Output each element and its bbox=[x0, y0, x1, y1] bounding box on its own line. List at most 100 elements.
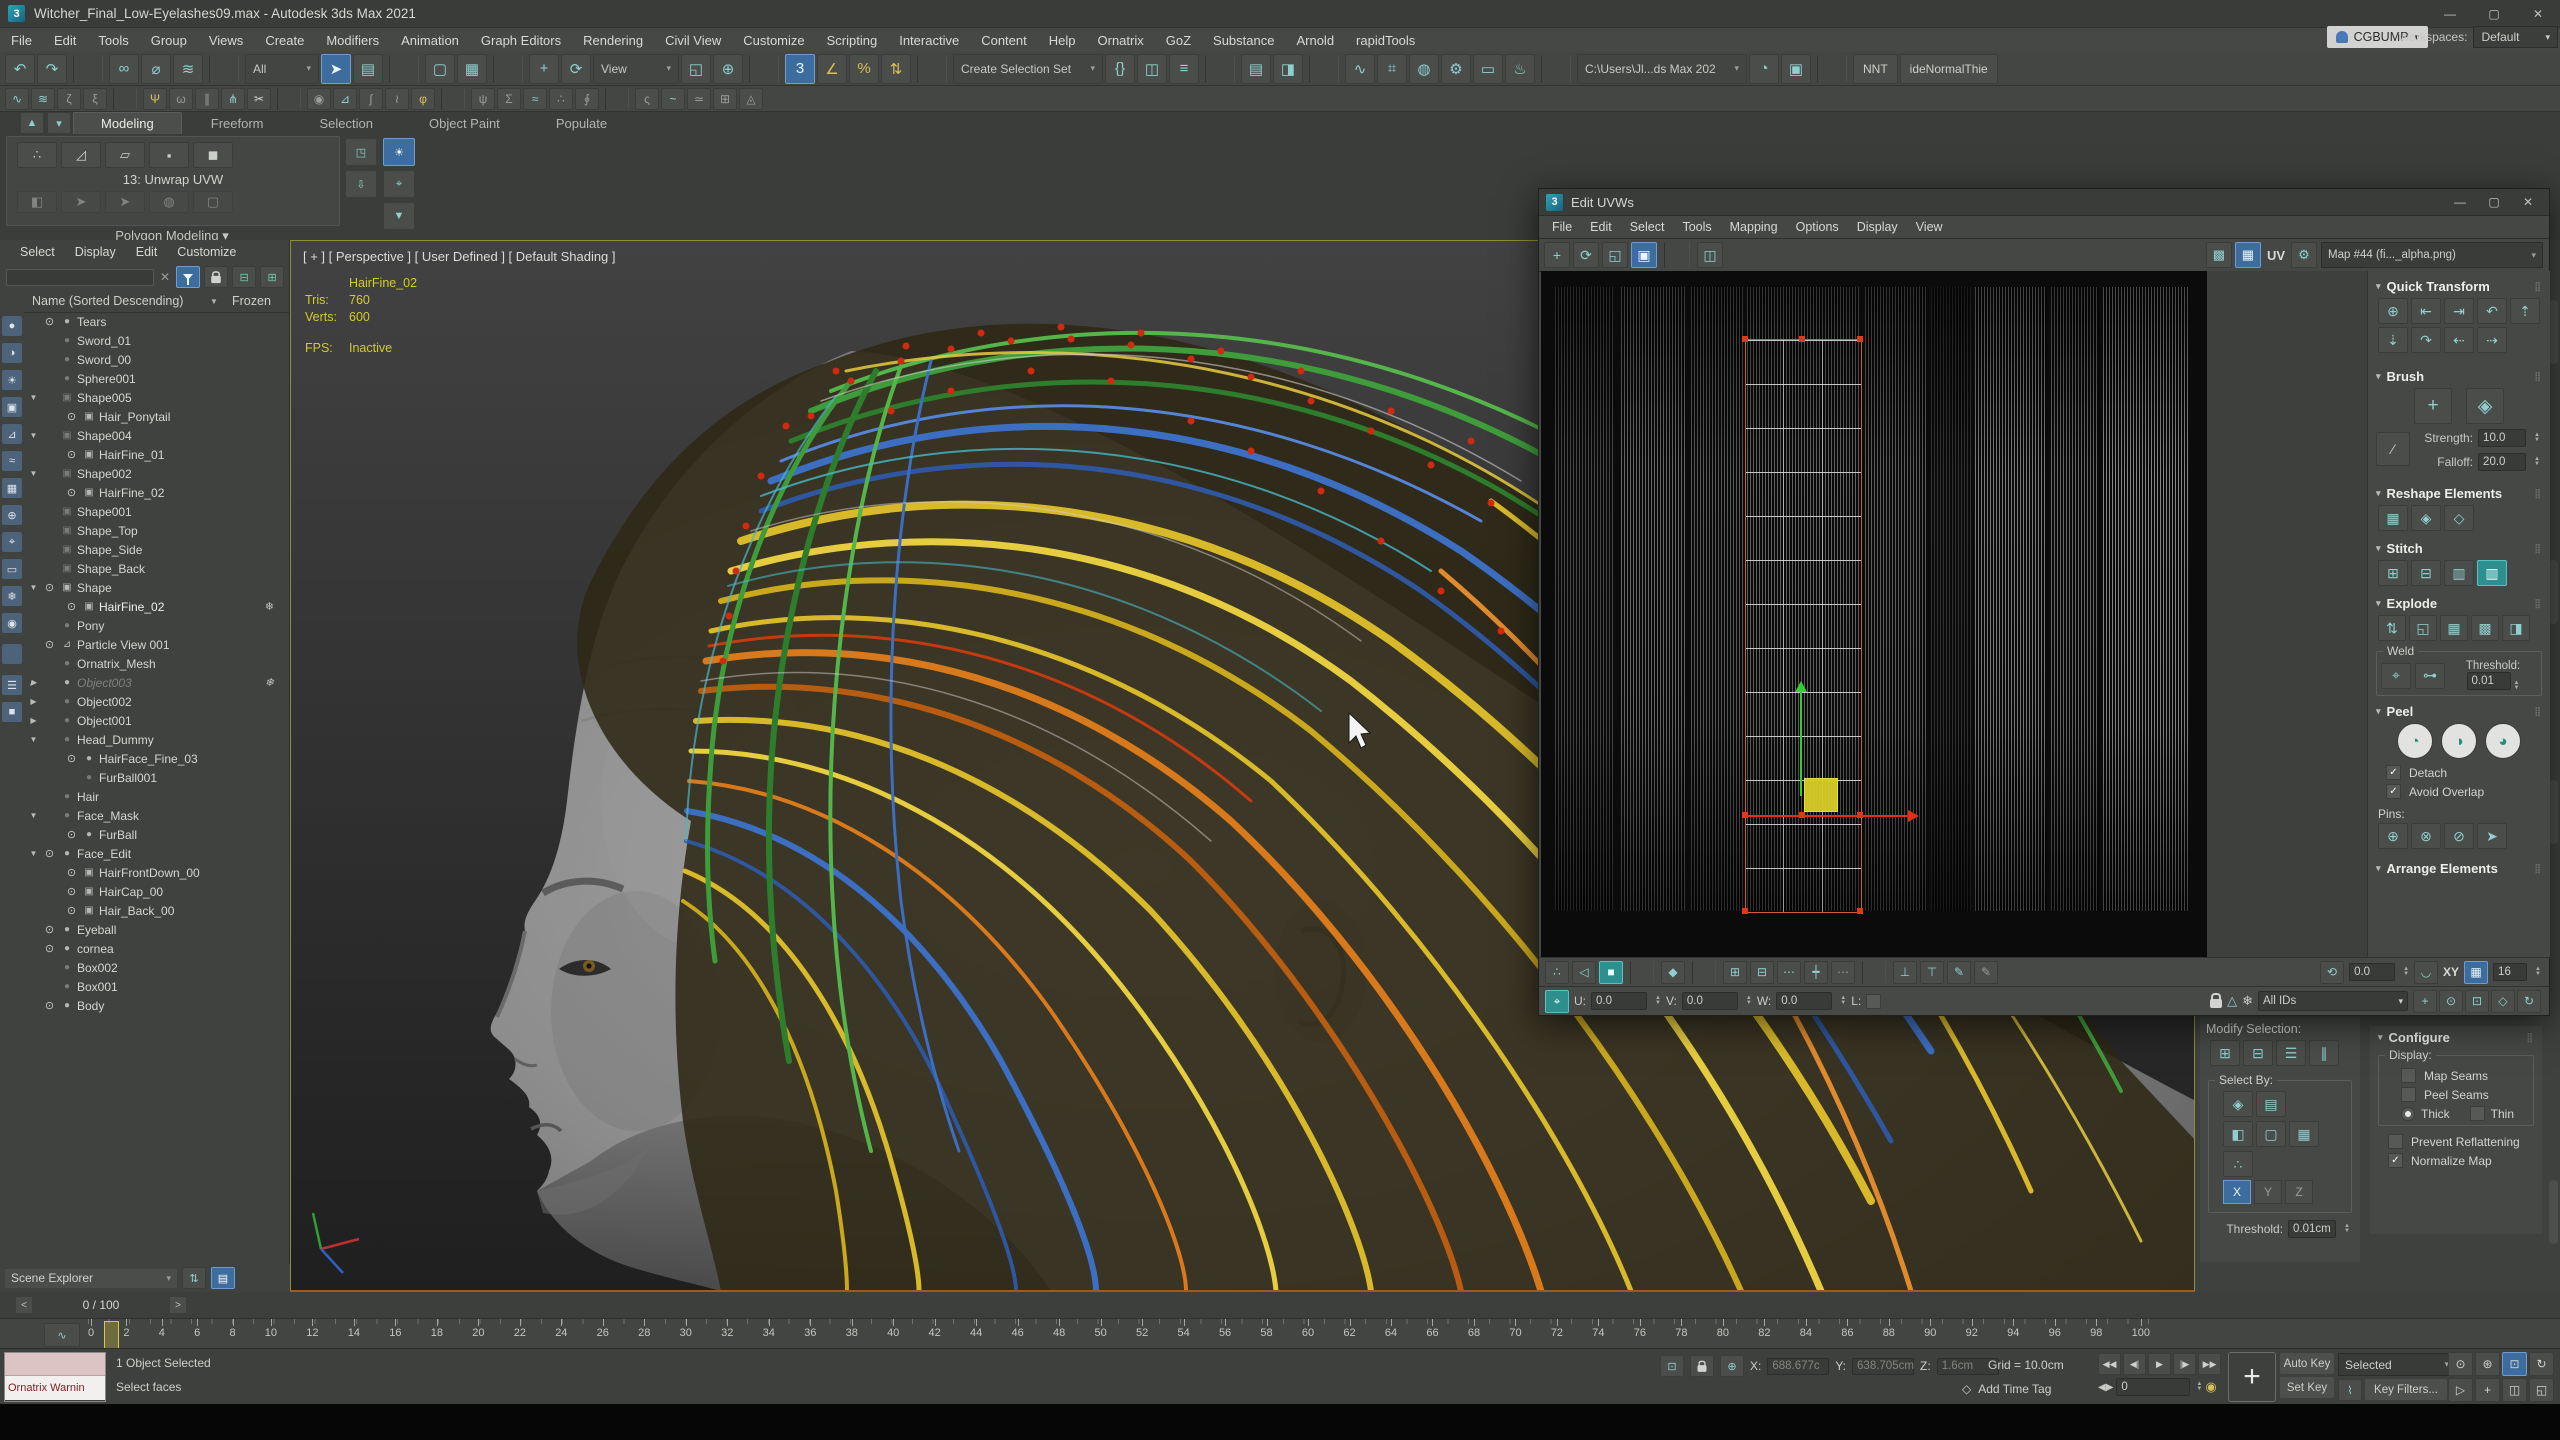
visibility-eye-icon[interactable]: ⊙ bbox=[42, 999, 57, 1012]
reference-coordinate-dropdown[interactable]: View▾ bbox=[593, 54, 679, 84]
quick-peel-icon[interactable]: ◔ bbox=[2397, 723, 2433, 759]
walkthrough-icon[interactable]: ▷ bbox=[2448, 1378, 2473, 1402]
curve-editor-icon[interactable]: ∿▾ bbox=[1345, 54, 1375, 84]
stitch-average-icon[interactable]: ▥ bbox=[2477, 560, 2507, 586]
visibility-eye-icon[interactable]: ⊙ bbox=[64, 410, 79, 423]
menu-item[interactable]: Graph Editors bbox=[470, 31, 572, 50]
shaded-faces-icon[interactable]: ◍ bbox=[149, 191, 189, 213]
select-and-move-icon[interactable]: +▾ bbox=[529, 54, 559, 84]
visibility-eye-icon[interactable]: ⊙ bbox=[42, 581, 57, 594]
thin-checkbox[interactable] bbox=[2470, 1106, 2485, 1121]
scene-object-row[interactable]: ⊙ HairCap_00 ❄ bbox=[24, 882, 290, 901]
window-crossing-icon[interactable]: ▦▾ bbox=[457, 54, 487, 84]
scene-object-row[interactable]: ⊙ Pony ❄ bbox=[24, 616, 290, 635]
scene-object-row[interactable]: ⊙ FurBall ❄ bbox=[24, 825, 290, 844]
pin-auto-icon[interactable]: ⊘ bbox=[2444, 823, 2474, 849]
filter-icon[interactable] bbox=[176, 266, 200, 288]
hair-tool-icon[interactable]: ≃▾ bbox=[687, 88, 711, 110]
align-top-icon[interactable]: ⇡ bbox=[2510, 298, 2540, 324]
ring-icon[interactable]: ∥ bbox=[2309, 1040, 2339, 1066]
ribbon-tab-modeling[interactable]: Modeling bbox=[73, 112, 182, 134]
menu-item[interactable]: File bbox=[0, 31, 43, 50]
rotate-angle-icon[interactable]: ⟲ bbox=[2320, 961, 2344, 984]
scene-object-row[interactable]: ▶ ⊙ Object001 ❄ bbox=[24, 711, 290, 730]
visibility-eye-icon[interactable]: ⊙ bbox=[64, 448, 79, 461]
zoom-icon[interactable]: ⊙ bbox=[2448, 1352, 2473, 1376]
isolate-selection-toggle-icon[interactable]: ⊡ bbox=[1660, 1355, 1684, 1377]
paint-select-icon[interactable]: ✎ bbox=[1947, 961, 1971, 984]
pan-2d-icon[interactable]: ◫ bbox=[2502, 1378, 2527, 1402]
pin-select-icon[interactable]: ➤ bbox=[2477, 823, 2507, 849]
visibility-eye-icon[interactable]: ⊙ bbox=[64, 828, 79, 841]
scene-object-row[interactable]: ⊙ Shape_Top ❄ bbox=[24, 521, 290, 540]
scene-object-row[interactable]: ▼ ⊙ Head_Dummy ❄ bbox=[24, 730, 290, 749]
show-map-icon[interactable]: ▦ bbox=[2235, 242, 2261, 268]
expand-icon[interactable]: ▶ bbox=[28, 678, 39, 687]
hair-tool-icon[interactable]: ω▾ bbox=[169, 88, 193, 110]
named-selection-sets-field[interactable]: Create Selection Set▾ bbox=[953, 54, 1103, 84]
absolute-mode-icon[interactable]: ⌖ bbox=[1545, 990, 1569, 1013]
current-frame-field[interactable]: 0 bbox=[2116, 1378, 2190, 1396]
hair-tool-icon[interactable]: ▾ bbox=[441, 88, 465, 110]
vertex-mode-icon[interactable]: ∴ bbox=[1545, 961, 1569, 984]
previous-frame-button[interactable]: ◀| bbox=[2123, 1353, 2146, 1375]
collapsed-rollout-grip[interactable] bbox=[2549, 560, 2558, 624]
shrink-selection-icon[interactable]: ⊟ bbox=[1750, 961, 1774, 984]
expand-icon[interactable]: ▼ bbox=[28, 431, 39, 440]
edit-named-selections-icon[interactable]: {}▾ bbox=[1105, 54, 1135, 84]
ribbon-tab-selection[interactable]: Selection bbox=[293, 113, 400, 134]
scene-object-row[interactable]: ⊙ Hair_Back_00 ❄ bbox=[24, 901, 290, 920]
explorer-selector-dropdown[interactable]: Scene Explorer▾ bbox=[5, 1269, 177, 1288]
y-coordinate-field[interactable]: 638.705cm bbox=[1852, 1358, 1914, 1375]
percent-snap-icon[interactable]: %▾ bbox=[849, 54, 879, 84]
nnt-script-button[interactable]: NNT▾ bbox=[1853, 54, 1898, 84]
select-by-smoothing-icon[interactable]: ▦ bbox=[2289, 1121, 2319, 1147]
rotate-cw-icon[interactable]: ↷ bbox=[2411, 327, 2441, 353]
bind-to-space-warp-icon[interactable]: ≋▾ bbox=[173, 54, 203, 84]
visibility-eye-icon[interactable]: ⊙ bbox=[64, 885, 79, 898]
scene-object-row[interactable]: ⊙ Hair_Ponytail ❄ bbox=[24, 407, 290, 426]
hair-tool-icon[interactable]: Ψ▾ bbox=[143, 88, 167, 110]
weld-all-icon[interactable]: ⊶ bbox=[2415, 663, 2445, 689]
redo-icon[interactable]: ↷▾ bbox=[37, 54, 67, 84]
key-filters-button[interactable]: Key Filters... bbox=[2365, 1379, 2447, 1400]
hair-tool-icon[interactable]: ⋔▾ bbox=[221, 88, 245, 110]
u-coordinate-field[interactable]: 0.0 bbox=[1591, 992, 1647, 1010]
toolbar-icon[interactable]: ▾ bbox=[209, 55, 239, 83]
pan-icon[interactable]: + bbox=[2475, 1378, 2500, 1402]
x-coordinate-field[interactable]: 688.677c bbox=[1767, 1358, 1829, 1375]
hair-tool-icon[interactable]: ∿▾ bbox=[5, 88, 29, 110]
menu-item[interactable]: Rendering bbox=[572, 31, 654, 50]
filter-cameras-icon[interactable]: ▣ bbox=[2, 397, 22, 417]
hair-tool-icon[interactable]: ≀▾ bbox=[385, 88, 409, 110]
cage-toggle-icon[interactable]: ▢ bbox=[193, 191, 233, 213]
toolbar-icon[interactable]: ▾ bbox=[389, 55, 419, 83]
add-time-tag[interactable]: ◇Add Time Tag bbox=[1962, 1382, 2051, 1396]
toggle-layer-explorer-icon[interactable]: ◨▾ bbox=[1273, 54, 1303, 84]
zoom-all-icon[interactable]: ⊛ bbox=[2475, 1352, 2500, 1376]
hair-tool-icon[interactable]: ~▾ bbox=[661, 88, 685, 110]
current-frame-marker[interactable] bbox=[104, 1321, 119, 1349]
time-slider[interactable]: 0 / 100 bbox=[36, 1297, 166, 1314]
stitch-target-icon[interactable]: ⊟ bbox=[2411, 560, 2441, 586]
threshold-field[interactable]: 0.01cm bbox=[2288, 1220, 2336, 1238]
gizmo-x-axis-arrow[interactable] bbox=[1745, 815, 1915, 817]
visibility-eye-icon[interactable]: ⊙ bbox=[64, 866, 79, 879]
hair-tool-icon[interactable]: ς▾ bbox=[635, 88, 659, 110]
visibility-eye-icon[interactable]: ⊙ bbox=[42, 923, 57, 936]
menu-item[interactable]: Mapping bbox=[1721, 219, 1787, 235]
key-mode-toggle-icon[interactable]: ◉ bbox=[2205, 1379, 2216, 1395]
loop-icon[interactable]: ☰ bbox=[2276, 1040, 2306, 1066]
hair-tool-icon[interactable]: Σ▾ bbox=[497, 88, 521, 110]
project-folder-dropdown[interactable]: C:\Users\Jl...ds Max 202▾ bbox=[1577, 54, 1747, 84]
mirror-icon[interactable]: ◫ bbox=[1697, 242, 1723, 268]
explorer-config-icon[interactable]: ☰ bbox=[2, 675, 22, 695]
scene-object-row[interactable]: ▶ ⊙ Object002 ❄ bbox=[24, 692, 290, 711]
scene-object-row[interactable]: ⊙ Shape_Side ❄ bbox=[24, 540, 290, 559]
zoom-icon[interactable]: ⊙ bbox=[2439, 990, 2463, 1013]
pan-icon[interactable]: + bbox=[2413, 990, 2437, 1013]
visibility-eye-icon[interactable]: ⊙ bbox=[42, 638, 57, 651]
clear-search-icon[interactable]: ✕ bbox=[158, 270, 172, 284]
uvw-selection-icon[interactable] bbox=[1862, 961, 1886, 984]
gizmo-y-axis-arrow[interactable] bbox=[1800, 686, 1802, 796]
